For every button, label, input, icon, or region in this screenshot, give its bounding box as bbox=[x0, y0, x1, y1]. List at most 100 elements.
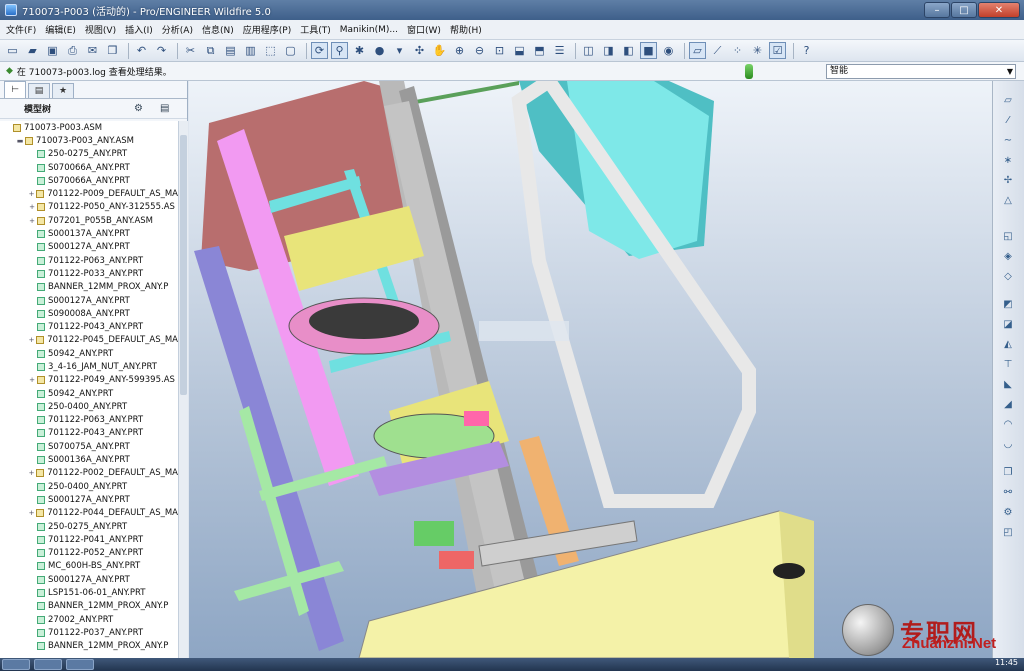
tree-expander-icon[interactable]: + bbox=[28, 336, 35, 344]
spin-icon[interactable]: ✣ bbox=[411, 42, 428, 59]
tree-node[interactable]: S070066A_ANY.PRT bbox=[0, 161, 178, 174]
tree-node[interactable]: LSP151-06-01_ANY.PRT bbox=[0, 586, 178, 599]
sweep-icon[interactable]: ◭ bbox=[1000, 339, 1016, 353]
print-icon[interactable]: ⎙ bbox=[64, 42, 81, 59]
tree-node[interactable]: 701122-P037_ANY.PRT bbox=[0, 626, 178, 639]
menu-insert[interactable]: 插入(I) bbox=[125, 23, 153, 36]
no-hidden-icon[interactable]: ◧ bbox=[620, 42, 637, 59]
assemble-icon[interactable]: ❐ bbox=[1000, 467, 1016, 481]
menu-info[interactable]: 信息(N) bbox=[202, 23, 234, 36]
menu-file[interactable]: 文件(F) bbox=[6, 23, 36, 36]
sketched-curve-icon[interactable]: ∼ bbox=[1000, 135, 1016, 149]
email-icon[interactable]: ✉ bbox=[84, 42, 101, 59]
draft-icon[interactable]: ◢ bbox=[1000, 399, 1016, 413]
close-button[interactable]: ✕ bbox=[978, 2, 1020, 18]
select-icon[interactable]: ⬚ bbox=[262, 42, 279, 59]
repaint-icon[interactable]: ✱ bbox=[351, 42, 368, 59]
chamfer-icon[interactable]: ◣ bbox=[1000, 379, 1016, 393]
tree-node[interactable]: 250-0275_ANY.PRT bbox=[0, 148, 178, 161]
tree-node[interactable]: +701122-P045_DEFAULT_AS_MA bbox=[0, 334, 178, 347]
tree-node[interactable]: +701122-P009_DEFAULT_AS_MA bbox=[0, 187, 178, 200]
menu-manikin[interactable]: Manikin(M)... bbox=[340, 25, 398, 35]
tree-node[interactable]: S000136A_ANY.PRT bbox=[0, 453, 178, 466]
tree-node[interactable]: S090008A_ANY.PRT bbox=[0, 307, 178, 320]
tree-node[interactable]: BANNER_12MM_PROX_ANY.P bbox=[0, 281, 178, 294]
coord-sys-icon[interactable]: ✢ bbox=[1000, 175, 1016, 189]
hidden-line-icon[interactable]: ◨ bbox=[600, 42, 617, 59]
datum-axis-icon[interactable]: ⁄ bbox=[1000, 115, 1016, 129]
tree-expander-icon[interactable]: + bbox=[28, 376, 36, 384]
tree-expander-icon[interactable]: + bbox=[28, 190, 35, 198]
component-icon[interactable]: ⚯ bbox=[1000, 487, 1016, 501]
tree-node[interactable]: MC_600H-BS_ANY.PRT bbox=[0, 560, 178, 573]
mirror-icon[interactable]: ◇ bbox=[1000, 271, 1016, 285]
revolve-icon[interactable]: ◪ bbox=[1000, 319, 1016, 333]
tree-node[interactable]: +701122-P049_ANY-599395.AS bbox=[0, 374, 178, 387]
tree-node[interactable]: S000127A_ANY.PRT bbox=[0, 294, 178, 307]
constraint-icon[interactable]: ◰ bbox=[1000, 527, 1016, 541]
extrude-icon[interactable]: ◩ bbox=[1000, 299, 1016, 313]
tree-expander-icon[interactable]: + bbox=[28, 203, 36, 211]
datum-plane-icon[interactable]: ▱ bbox=[1000, 95, 1016, 109]
taskbar-app-1[interactable] bbox=[34, 659, 62, 670]
tree-node[interactable]: 250-0400_ANY.PRT bbox=[0, 400, 178, 413]
tree-node[interactable]: 701122-P041_ANY.PRT bbox=[0, 533, 178, 546]
rib-icon[interactable]: ◡ bbox=[1000, 439, 1016, 453]
redo-icon[interactable]: ↷ bbox=[153, 42, 170, 59]
taskbar-app-2[interactable] bbox=[66, 659, 94, 670]
tree-settings-icon[interactable]: ⚙ bbox=[134, 103, 143, 114]
tree-node[interactable]: ▬ 710073-P003_ANY.ASM bbox=[0, 134, 178, 147]
tree-node[interactable]: +701122-P002_DEFAULT_AS_MA bbox=[0, 467, 178, 480]
shell-icon[interactable]: ◠ bbox=[1000, 419, 1016, 433]
hole-icon[interactable]: ◱ bbox=[1000, 231, 1016, 245]
analysis-icon[interactable]: △ bbox=[1000, 195, 1016, 209]
tree-node[interactable]: 50942_ANY.PRT bbox=[0, 347, 178, 360]
scroll-thumb[interactable] bbox=[180, 135, 187, 395]
menu-tools[interactable]: 工具(T) bbox=[300, 23, 331, 36]
graphics-viewport[interactable] bbox=[189, 81, 992, 658]
orient-icon[interactable]: ● bbox=[371, 42, 388, 59]
enhanced-realism-icon[interactable]: ◉ bbox=[660, 42, 677, 59]
tree-node[interactable]: S070066A_ANY.PRT bbox=[0, 174, 178, 187]
folder-tab[interactable]: ▤ bbox=[28, 83, 50, 98]
menu-window[interactable]: 窗口(W) bbox=[407, 23, 441, 36]
assembly-model[interactable] bbox=[189, 81, 992, 658]
tree-expander-icon[interactable]: + bbox=[28, 469, 35, 477]
tree-node[interactable]: +707201_P055B_ANY.ASM bbox=[0, 214, 178, 227]
new-file-icon[interactable]: ▭ bbox=[4, 42, 21, 59]
tree-node[interactable]: 3_4-16_JAM_NUT_ANY.PRT bbox=[0, 360, 178, 373]
cut-icon[interactable]: ✂ bbox=[182, 42, 199, 59]
save-icon[interactable]: ▣ bbox=[44, 42, 61, 59]
open-icon[interactable]: ▰ bbox=[24, 42, 41, 59]
tree-node[interactable]: S000137A_ANY.PRT bbox=[0, 227, 178, 240]
appearance-icon[interactable]: ▾ bbox=[391, 42, 408, 59]
tree-node[interactable]: 710073-P003.ASM bbox=[0, 121, 178, 134]
tree-show-icon[interactable]: ▤ bbox=[160, 103, 169, 114]
menu-analysis[interactable]: 分析(A) bbox=[162, 23, 193, 36]
shading-icon[interactable]: ■ bbox=[640, 42, 657, 59]
layers-icon[interactable]: ☰ bbox=[551, 42, 568, 59]
maximize-button[interactable]: □ bbox=[951, 2, 977, 18]
selection-box-icon[interactable]: ▢ bbox=[282, 42, 299, 59]
tree-node[interactable]: S000127A_ANY.PRT bbox=[0, 493, 178, 506]
copy2-icon[interactable]: ⧉ bbox=[202, 42, 219, 59]
datum-points-icon[interactable]: ⁘ bbox=[729, 42, 746, 59]
tree-node[interactable]: 250-0400_ANY.PRT bbox=[0, 480, 178, 493]
menu-help[interactable]: 帮助(H) bbox=[450, 23, 482, 36]
whats-this-icon[interactable]: ? bbox=[798, 42, 815, 59]
tree-node[interactable]: 701122-P052_ANY.PRT bbox=[0, 547, 178, 560]
model-tree-tab[interactable]: ⊢ bbox=[4, 81, 26, 98]
saved-views-icon[interactable]: ⬒ bbox=[531, 42, 548, 59]
datum-point-icon[interactable]: ∗ bbox=[1000, 155, 1016, 169]
find-icon[interactable]: ⚲ bbox=[331, 42, 348, 59]
coordinate-systems-icon[interactable]: ✳ bbox=[749, 42, 766, 59]
tree-node[interactable]: +701122-P050_ANY-312555.AS bbox=[0, 201, 178, 214]
annotations-icon[interactable]: ☑ bbox=[769, 42, 786, 59]
zoom-out-icon[interactable]: ⊖ bbox=[471, 42, 488, 59]
tree-node[interactable]: S000127A_ANY.PRT bbox=[0, 241, 178, 254]
zoom-in-icon[interactable]: ⊕ bbox=[451, 42, 468, 59]
tree-node[interactable]: 701122-P063_ANY.PRT bbox=[0, 414, 178, 427]
tree-node[interactable]: 701122-P063_ANY.PRT bbox=[0, 254, 178, 267]
tree-node[interactable]: 701122-P043_ANY.PRT bbox=[0, 320, 178, 333]
tree-node[interactable]: 27002_ANY.PRT bbox=[0, 613, 178, 626]
